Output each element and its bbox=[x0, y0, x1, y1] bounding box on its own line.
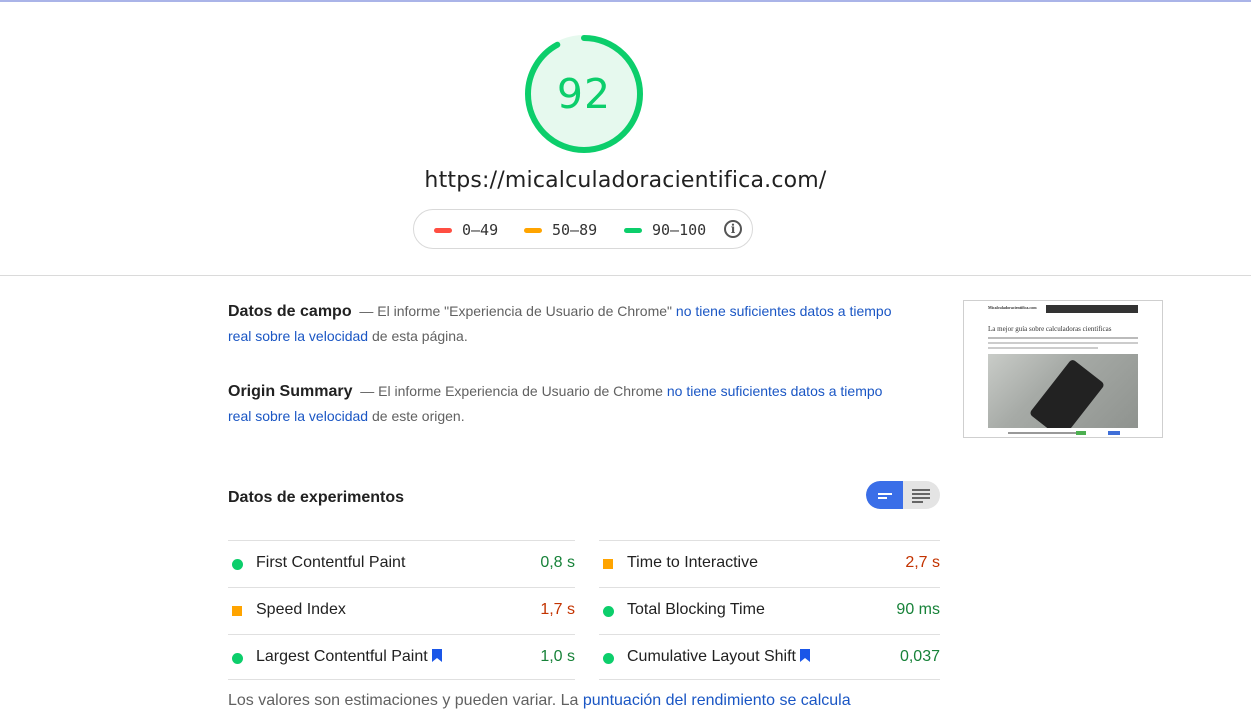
score-legend: 0–49 50–89 90–100 i bbox=[413, 209, 753, 249]
performance-score-gauge: 92 bbox=[523, 33, 645, 155]
metrics-bottom-border bbox=[228, 679, 575, 680]
metrics-bottom-border bbox=[599, 679, 940, 680]
metric-row: Speed Index 1,7 s bbox=[228, 587, 575, 634]
tested-url: https://micalculadoracientifica.com/ bbox=[424, 168, 827, 193]
legend-average-range: 50–89 bbox=[552, 221, 598, 239]
origin-summary-section: Origin Summary — El informe Experiencia … bbox=[228, 379, 898, 428]
origin-summary-title: Origin Summary bbox=[228, 383, 353, 400]
compact-view-icon bbox=[878, 493, 892, 499]
thumbnail-text-line bbox=[988, 337, 1138, 339]
metric-status-indicator bbox=[603, 559, 613, 569]
thumbnail-text-line bbox=[988, 342, 1138, 344]
metric-value: 90 ms bbox=[896, 601, 940, 618]
legend-pass-range: 90–100 bbox=[652, 221, 707, 239]
field-data-text-after: de esta página. bbox=[371, 328, 468, 344]
legend-item-fail: 0–49 bbox=[434, 221, 498, 239]
metric-name: Cumulative Layout Shift bbox=[627, 648, 796, 665]
metric-status-indicator bbox=[232, 606, 242, 616]
performance-score-value: 92 bbox=[556, 70, 612, 118]
thumbnail-cookie-text bbox=[1008, 432, 1078, 434]
metric-status-indicator bbox=[232, 653, 243, 664]
thumbnail-accept-button bbox=[1076, 431, 1086, 435]
thumbnail-text-line bbox=[988, 347, 1098, 349]
bookmark-icon[interactable] bbox=[799, 649, 810, 662]
metric-name: Time to Interactive bbox=[627, 554, 759, 571]
legend-pass-swatch bbox=[624, 227, 642, 233]
metric-row: First Contentful Paint 0,8 s bbox=[228, 540, 575, 587]
metric-row: Time to Interactive 2,7 s bbox=[599, 540, 940, 587]
footer-text: Los valores son estimaciones y pueden va… bbox=[228, 692, 579, 709]
info-icon[interactable]: i bbox=[724, 220, 742, 238]
legend-fail-range: 0–49 bbox=[462, 221, 499, 239]
metric-name: Total Blocking Time bbox=[627, 601, 765, 618]
metric-value: 0,8 s bbox=[540, 554, 575, 571]
compact-view-button[interactable] bbox=[866, 481, 903, 509]
metric-row: Largest Contentful Paint 1,0 s bbox=[228, 634, 575, 681]
origin-summary-text: El informe Experiencia de Usuario de Chr… bbox=[378, 383, 663, 399]
legend-average-swatch bbox=[524, 227, 542, 233]
section-divider bbox=[0, 275, 1251, 276]
expanded-view-button[interactable] bbox=[903, 481, 940, 509]
metric-status-indicator bbox=[603, 653, 614, 664]
thumbnail-heading: La mejor guía sobre calculadoras científ… bbox=[988, 325, 1112, 333]
metric-name: First Contentful Paint bbox=[256, 554, 406, 571]
footer-note: Los valores son estimaciones y pueden va… bbox=[228, 692, 851, 710]
list-view-icon bbox=[912, 489, 930, 503]
thumbnail-nav-bar bbox=[1046, 305, 1138, 313]
metric-row: Total Blocking Time 90 ms bbox=[599, 587, 940, 634]
metric-status-indicator bbox=[232, 559, 243, 570]
metric-row: Cumulative Layout Shift 0,037 bbox=[599, 634, 940, 681]
metric-value: 2,7 s bbox=[905, 554, 940, 571]
field-data-title: Datos de campo bbox=[228, 303, 352, 320]
metric-name: Speed Index bbox=[256, 601, 346, 618]
metric-status-indicator bbox=[603, 606, 614, 617]
calculator-shape bbox=[1028, 358, 1106, 428]
metrics-view-toggle[interactable] bbox=[866, 481, 940, 509]
legend-item-pass: 90–100 bbox=[624, 221, 706, 239]
metric-value: 1,7 s bbox=[540, 601, 575, 618]
field-data-section: Datos de campo — El informe "Experiencia… bbox=[228, 299, 898, 348]
legend-item-average: 50–89 bbox=[524, 221, 597, 239]
origin-summary-text-after: de este origen. bbox=[371, 408, 465, 424]
field-data-text: El informe "Experiencia de Usuario de Ch… bbox=[377, 303, 673, 319]
origin-summary-dash: — bbox=[360, 383, 375, 399]
legend-fail-swatch bbox=[434, 227, 452, 233]
thumbnail-more-button bbox=[1108, 431, 1120, 435]
thumbnail-calculator-image bbox=[988, 354, 1138, 428]
field-data-dash: — bbox=[359, 303, 374, 319]
top-accent-line bbox=[0, 0, 1251, 2]
metric-value: 0,037 bbox=[899, 648, 940, 665]
page-screenshot-thumbnail[interactable]: Micalculadoracientifica.com La mejor guí… bbox=[963, 300, 1163, 438]
metric-value: 1,0 s bbox=[540, 648, 575, 665]
lab-data-title: Datos de experimentos bbox=[228, 489, 405, 506]
metric-name: Largest Contentful Paint bbox=[256, 648, 428, 665]
thumbnail-site-name: Micalculadoracientifica.com bbox=[988, 305, 1037, 310]
bookmark-icon[interactable] bbox=[431, 649, 442, 662]
footer-link[interactable]: puntuación del rendimiento se calcula bbox=[583, 692, 851, 709]
